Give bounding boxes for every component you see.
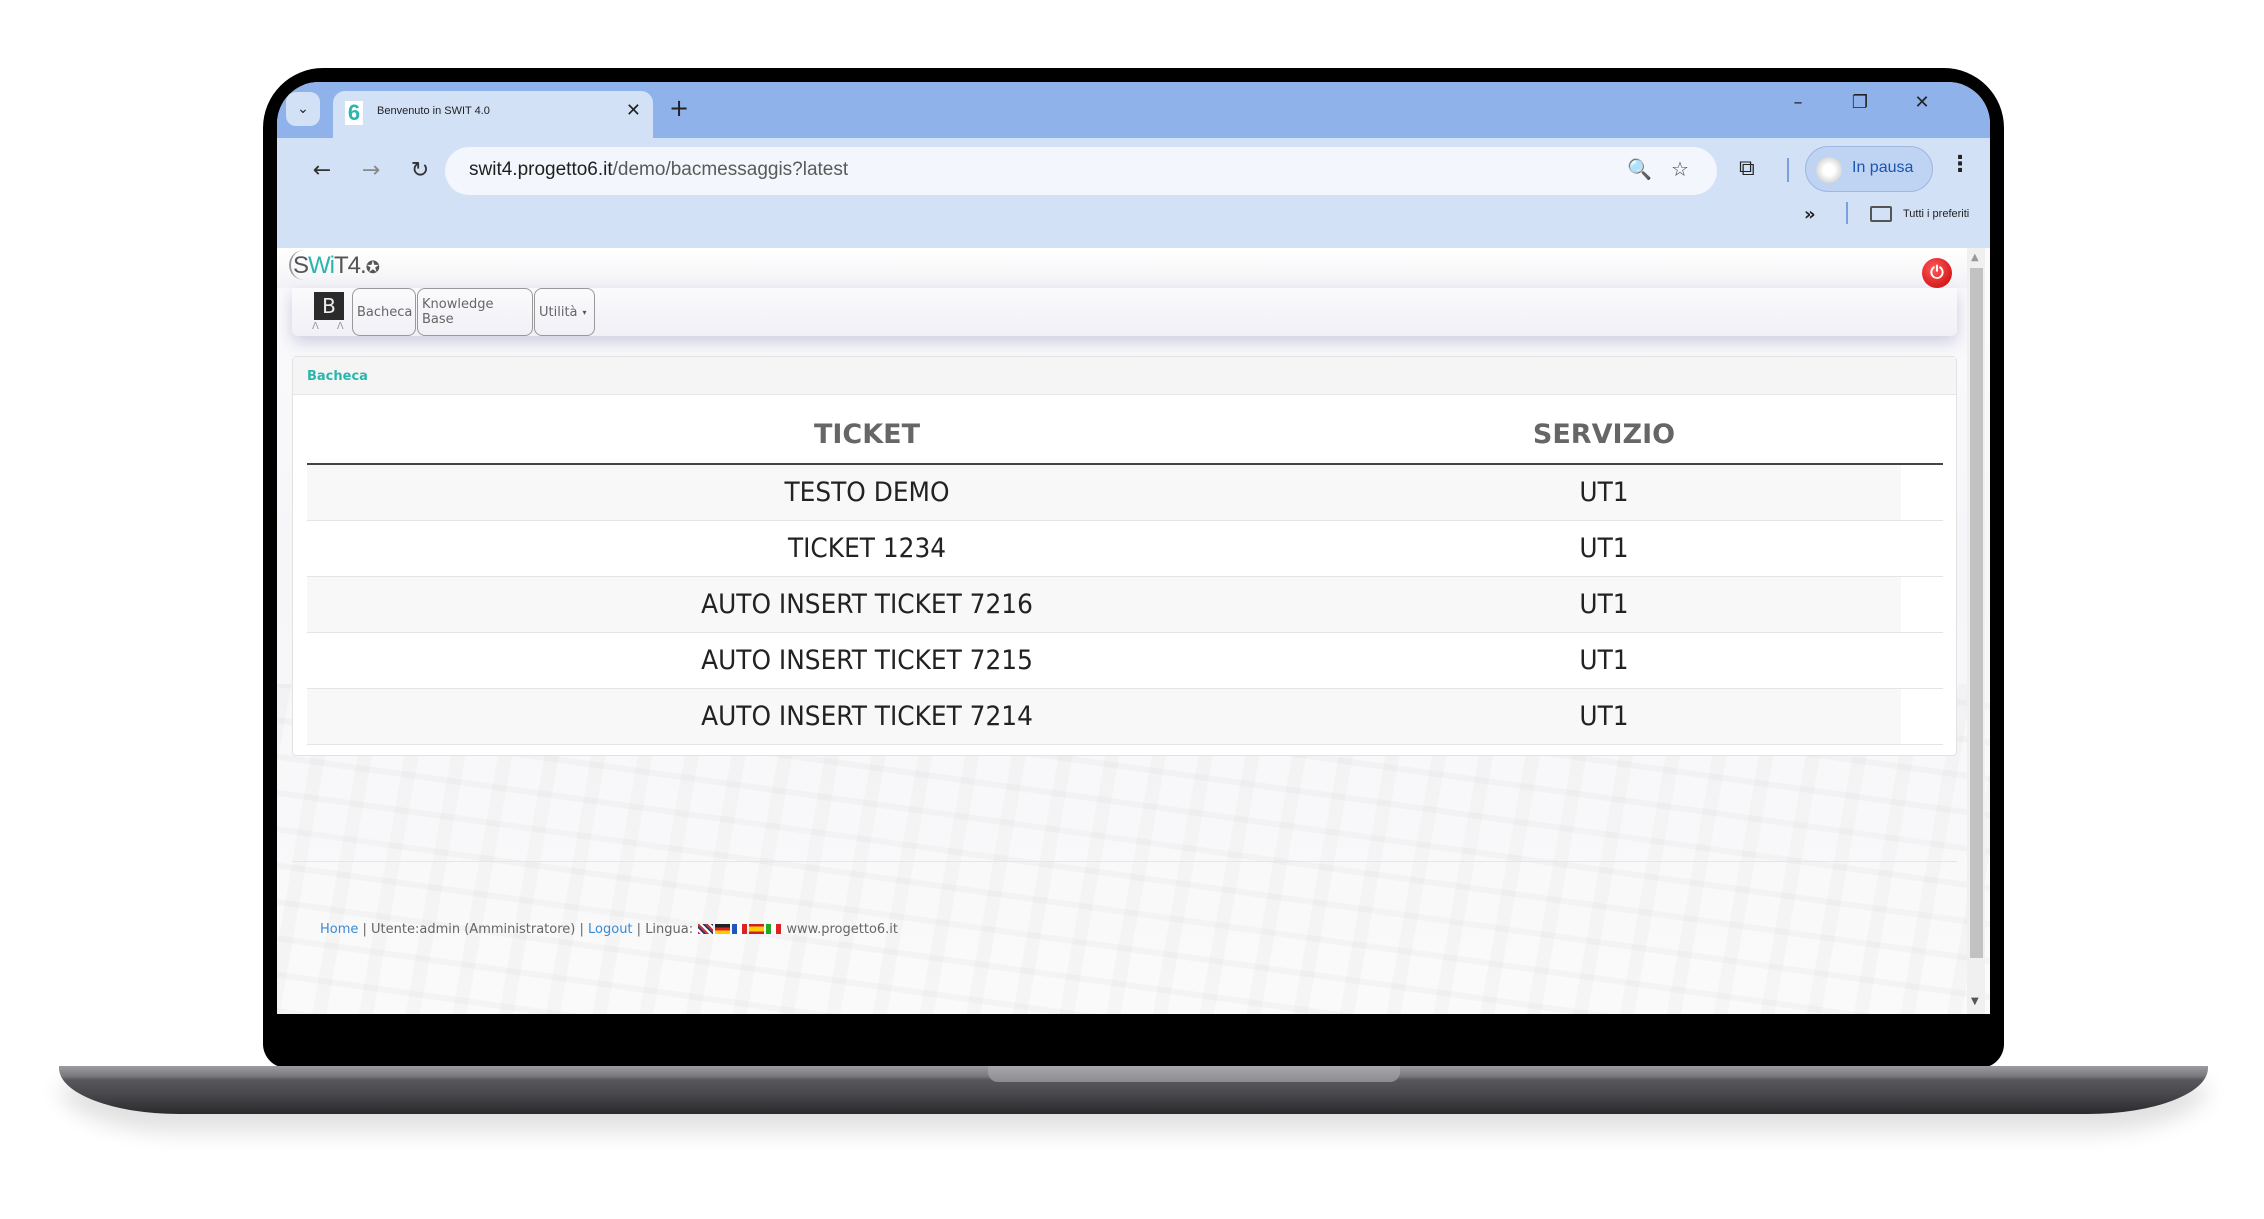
toolbar-divider — [1787, 158, 1789, 182]
browser-toolbar: ← → ↻ swit4.progetto6.it/demo/bacmessagg… — [277, 138, 1990, 248]
power-icon: ⏻ — [1930, 263, 1944, 283]
cell-servizio: UT1 — [1579, 645, 1629, 676]
minimize-button[interactable]: – — [1783, 92, 1813, 113]
table-row[interactable]: TICKET 1234 UT1 — [307, 521, 1943, 577]
restore-button[interactable]: ❐ — [1845, 92, 1875, 113]
profile-button[interactable]: In pausa — [1805, 146, 1933, 192]
favicon-icon: 6 — [345, 101, 363, 125]
address-bar[interactable]: swit4.progetto6.it/demo/bacmessaggis?lat… — [445, 147, 1717, 195]
logo-text-suffix: T4. — [334, 252, 367, 279]
scroll-up-arrow-icon[interactable]: ▲ — [1971, 252, 1979, 263]
nav-item-label: Knowledge Base — [422, 297, 494, 327]
app-header: SWiT4.✪ ⏻ — [277, 248, 1967, 288]
logo-text-accent: Wi — [308, 252, 335, 279]
table-row[interactable]: AUTO INSERT TICKET 7215 UT1 — [307, 633, 1943, 689]
new-tab-button[interactable]: + — [669, 94, 689, 122]
table-row[interactable]: AUTO INSERT TICKET 7216 UT1 — [307, 577, 1943, 633]
scroll-thumb[interactable] — [1970, 268, 1983, 958]
bookmarks-divider — [1846, 202, 1848, 224]
cell-ticket[interactable]: AUTO INSERT TICKET 7216 — [352, 589, 1382, 620]
tab-title: Benvenuto in SWIT 4.0 — [377, 105, 490, 117]
reload-icon[interactable]: ↻ — [405, 158, 435, 183]
forward-icon[interactable]: → — [356, 158, 386, 183]
cell-servizio: UT1 — [1579, 477, 1629, 508]
back-icon[interactable]: ← — [307, 158, 337, 183]
chevron-down-icon: ⌄ — [297, 101, 309, 117]
user-info: Utente:admin (Amministratore) — [371, 922, 576, 937]
cell-ticket[interactable]: TICKET 1234 — [352, 533, 1382, 564]
bacheca-panel: Bacheca TICKET SERVIZIO TESTO DEMO UT1 T… — [292, 356, 1957, 756]
page-scrollbar[interactable]: ▲ ▼ — [1967, 248, 1985, 1014]
url-host: swit4.progetto6.it — [469, 159, 613, 180]
separator: | — [632, 922, 646, 937]
footer-divider — [292, 861, 1957, 862]
table-row[interactable]: TESTO DEMO UT1 — [307, 465, 1943, 521]
nav-item-bacheca[interactable]: Bacheca — [352, 288, 416, 336]
separator: | — [575, 922, 589, 937]
column-header-ticket[interactable]: TICKET — [307, 419, 1427, 450]
close-window-button[interactable]: ✕ — [1907, 92, 1937, 113]
language-label: Lingua: — [645, 922, 694, 937]
flag-uk-icon[interactable] — [698, 924, 714, 934]
folder-icon[interactable] — [1870, 206, 1892, 222]
flag-it-icon[interactable] — [766, 924, 782, 934]
browser-menu-icon[interactable]: ⋮ — [1949, 152, 1971, 177]
bacheca-brand-icon[interactable]: B — [314, 292, 344, 320]
tab-strip: ⌄ 6 Benvenuto in SWIT 4.0 ✕ + – ❐ ✕ — [277, 82, 1990, 138]
flag-fr-icon[interactable] — [732, 924, 748, 934]
power-button[interactable]: ⏻ — [1922, 258, 1952, 288]
column-header-servizio[interactable]: SERVIZIO — [1427, 419, 1781, 450]
cell-servizio: UT1 — [1579, 701, 1629, 732]
nav-item-utilita[interactable]: Utilità ▾ — [534, 288, 595, 336]
web-page: SWiT4.✪ ⏻ B ΛΛ Bacheca Knowledge Base Ut… — [277, 248, 1990, 1014]
laptop-hinge-notch — [988, 1066, 1400, 1082]
nav-item-knowledge-base[interactable]: Knowledge Base — [417, 288, 533, 336]
scroll-down-arrow-icon[interactable]: ▼ — [1971, 996, 1979, 1007]
browser-window: ⌄ 6 Benvenuto in SWIT 4.0 ✕ + – ❐ ✕ ← → … — [277, 82, 1990, 1014]
zoom-icon[interactable]: 🔍 — [1627, 157, 1652, 181]
cell-ticket[interactable]: AUTO INSERT TICKET 7214 — [352, 701, 1382, 732]
flag-es-icon[interactable] — [749, 924, 765, 934]
gear-icon: ✪ — [365, 258, 380, 277]
footer: Home | Utente:admin (Amministratore) | L… — [320, 922, 898, 937]
caret-down-icon: ▾ — [582, 307, 587, 317]
flag-de-icon[interactable] — [715, 924, 731, 934]
nav-item-label: Utilità — [539, 304, 578, 320]
separator: | — [358, 922, 372, 937]
home-link[interactable]: Home — [320, 922, 358, 937]
close-tab-icon[interactable]: ✕ — [626, 100, 641, 121]
bookmark-star-icon[interactable]: ☆ — [1671, 157, 1689, 181]
bookmarks-overflow-button[interactable]: » — [1804, 204, 1816, 225]
extensions-icon[interactable]: ⧉ — [1739, 156, 1755, 181]
main-navbar: B ΛΛ Bacheca Knowledge Base Utilità ▾ — [292, 288, 1957, 336]
site-link[interactable]: www.progetto6.it — [786, 922, 898, 937]
laptop-base — [59, 1066, 2208, 1114]
cell-ticket[interactable]: AUTO INSERT TICKET 7215 — [352, 645, 1382, 676]
tab-active[interactable]: 6 Benvenuto in SWIT 4.0 ✕ — [333, 91, 653, 138]
logout-link[interactable]: Logout — [588, 922, 633, 937]
url-path: /demo/bacmessaggis?latest — [612, 159, 849, 180]
swit-logo[interactable]: SWiT4.✪ — [293, 252, 380, 280]
all-bookmarks-link[interactable]: Tutti i preferiti — [1903, 208, 1969, 220]
avatar — [1816, 157, 1842, 183]
table-header-row: TICKET SERVIZIO — [307, 395, 1943, 465]
table-row[interactable]: AUTO INSERT TICKET 7214 UT1 — [307, 689, 1943, 745]
panel-title: Bacheca — [293, 357, 1956, 395]
nav-item-label: Bacheca — [357, 304, 413, 320]
cell-servizio: UT1 — [1579, 589, 1629, 620]
ticket-table: TICKET SERVIZIO TESTO DEMO UT1 TICKET 12… — [307, 395, 1943, 745]
cell-servizio: UT1 — [1579, 533, 1629, 564]
logo-text-prefix: S — [293, 252, 309, 279]
url-text[interactable]: swit4.progetto6.it/demo/bacmessaggis?lat… — [469, 159, 848, 181]
tab-search-button[interactable]: ⌄ — [286, 92, 320, 126]
profile-label: In pausa — [1852, 159, 1914, 176]
cell-ticket[interactable]: TESTO DEMO — [352, 477, 1382, 508]
